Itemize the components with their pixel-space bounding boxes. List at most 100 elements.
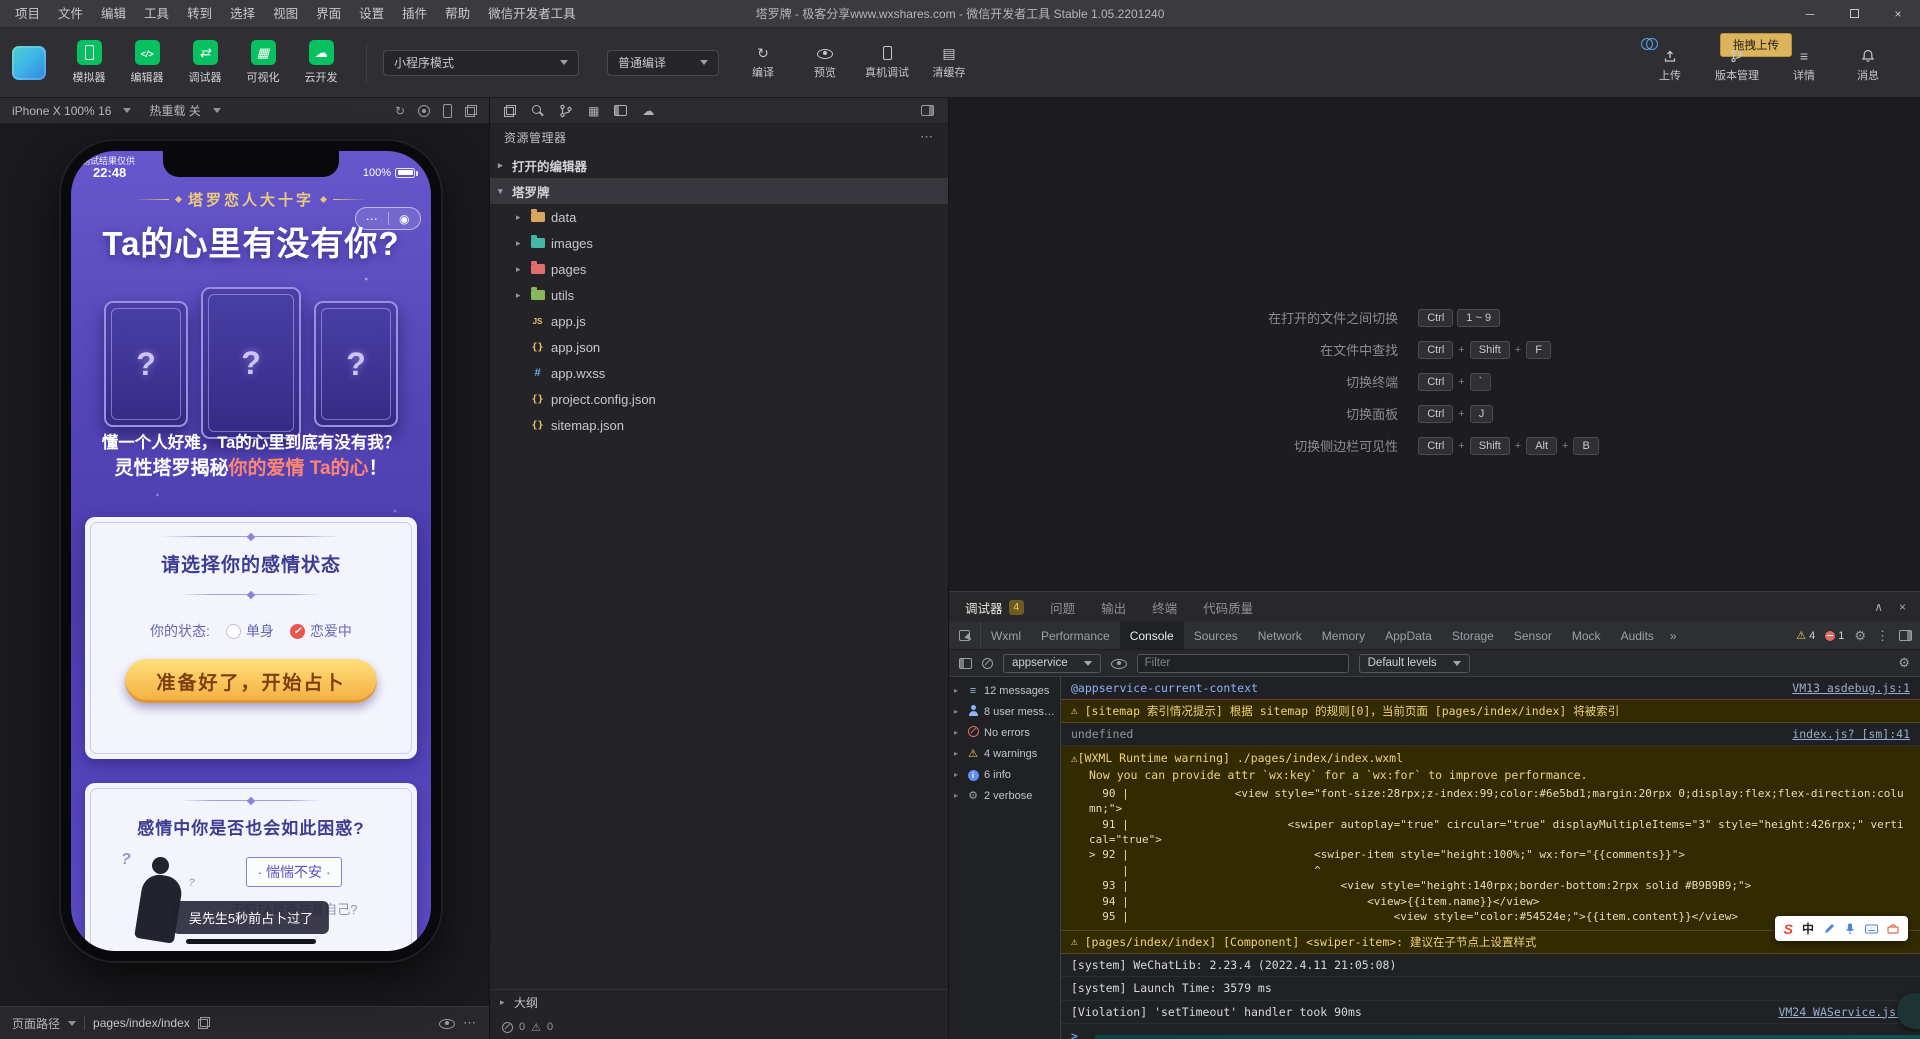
source-control-icon[interactable] xyxy=(559,104,573,118)
warnings-badge[interactable]: 4 xyxy=(1796,629,1815,642)
tarot-card[interactable]: ? xyxy=(314,301,398,427)
menu-settings[interactable]: 设置 xyxy=(350,0,393,28)
radio-in-love[interactable]: 恋爱中 xyxy=(289,621,352,641)
filter-user-messages[interactable]: 8 user mess… xyxy=(949,701,1060,722)
tab-terminal[interactable]: 终端 xyxy=(1152,598,1177,617)
toolbox-icon[interactable] xyxy=(1887,923,1899,935)
start-divination-button[interactable]: 准备好了，开始占卜 xyxy=(125,659,377,703)
menu-edit[interactable]: 编辑 xyxy=(92,0,135,28)
tree-item-app-js[interactable]: app.js xyxy=(490,308,948,334)
live-expression-icon[interactable] xyxy=(1110,656,1127,671)
extensions-icon[interactable]: ▦ xyxy=(588,104,599,118)
tarot-card[interactable]: ? xyxy=(104,301,188,427)
remote-debug-button[interactable]: 真机调试 xyxy=(859,45,915,80)
tab-wxml[interactable]: Wxml xyxy=(981,622,1031,649)
tab-code-quality[interactable]: 代码质量 xyxy=(1203,598,1253,617)
filter-verbose[interactable]: 2 verbose xyxy=(949,785,1060,806)
messages-button[interactable]: 消息 xyxy=(1840,48,1896,83)
tab-appdata[interactable]: AppData xyxy=(1375,622,1442,649)
tab-output[interactable]: 输出 xyxy=(1101,598,1126,617)
tree-item-project-root[interactable]: 塔罗牌 xyxy=(490,178,948,204)
tab-console[interactable]: Console xyxy=(1119,622,1184,649)
record-icon[interactable] xyxy=(418,104,430,117)
upload-button[interactable]: 上传 xyxy=(1642,48,1698,83)
tree-item-pages[interactable]: pages xyxy=(490,256,948,282)
files-icon[interactable] xyxy=(504,104,516,117)
device-frame-icon[interactable] xyxy=(443,103,452,118)
screenshot-icon[interactable] xyxy=(465,104,477,117)
compile-button[interactable]: ↻ 编译 xyxy=(735,45,791,80)
filter-info[interactable]: 6 info xyxy=(949,764,1060,785)
mic-icon[interactable] xyxy=(1844,922,1856,935)
tarot-card[interactable]: ? xyxy=(201,287,301,439)
menu-file[interactable]: 文件 xyxy=(49,0,92,28)
minimize-button[interactable]: ─ xyxy=(1788,0,1832,28)
emotion-tag[interactable]: 惴惴不安 xyxy=(246,857,342,887)
console-settings-icon[interactable] xyxy=(1898,655,1910,671)
problems-counter[interactable]: 0 0 xyxy=(490,1015,948,1039)
tree-item-app-wxss[interactable]: app.wxss xyxy=(490,360,948,386)
tree-item-utils[interactable]: utils xyxy=(490,282,948,308)
tab-audits[interactable]: Audits xyxy=(1611,622,1664,649)
tree-item-open-editors[interactable]: 打开的编辑器 xyxy=(490,152,948,178)
filter-all-messages[interactable]: 12 messages xyxy=(949,680,1060,701)
cloud-sync-icon[interactable]: ☁ xyxy=(642,104,654,118)
errors-badge[interactable]: 1 xyxy=(1825,630,1844,642)
home-icon[interactable]: ◉ xyxy=(389,213,421,225)
menu-view[interactable]: 视图 xyxy=(264,0,307,28)
chevron-down-icon[interactable] xyxy=(68,1020,77,1026)
filter-errors[interactable]: No errors xyxy=(949,722,1060,743)
more-icon[interactable]: ⋯ xyxy=(356,213,388,225)
tree-item-project-config[interactable]: project.config.json xyxy=(490,386,948,412)
tree-item-images[interactable]: images xyxy=(490,230,948,256)
tab-memory[interactable]: Memory xyxy=(1312,622,1375,649)
hot-reload-select[interactable]: 热重载 关 xyxy=(149,102,221,119)
filter-warnings[interactable]: 4 warnings xyxy=(949,743,1060,764)
maximize-button[interactable] xyxy=(1832,0,1876,28)
refresh-icon[interactable]: ↻ xyxy=(395,104,405,118)
ime-language-toggle[interactable]: 中 xyxy=(1802,920,1814,937)
menu-tools[interactable]: 工具 xyxy=(135,0,178,28)
more-tabs-icon[interactable]: » xyxy=(1664,622,1683,649)
menu-select[interactable]: 选择 xyxy=(221,0,264,28)
tab-sensor[interactable]: Sensor xyxy=(1504,622,1562,649)
dock-side-icon[interactable] xyxy=(1899,630,1912,641)
debugger-button[interactable]: 调试器 xyxy=(176,40,234,85)
cloud-dev-button[interactable]: 云开发 xyxy=(292,40,350,85)
search-icon[interactable] xyxy=(531,104,544,117)
visualizer-button[interactable]: 可视化 xyxy=(234,40,292,85)
close-button[interactable]: × xyxy=(1876,0,1920,28)
tab-network[interactable]: Network xyxy=(1248,622,1312,649)
context-select[interactable]: appservice xyxy=(1003,653,1101,673)
mode-select[interactable]: 小程序模式 xyxy=(383,49,579,76)
gear-icon[interactable] xyxy=(1854,628,1866,644)
inspect-element-button[interactable] xyxy=(949,622,981,649)
tab-performance[interactable]: Performance xyxy=(1031,622,1120,649)
radio-single[interactable]: 单身 xyxy=(225,621,274,641)
compile-mode-select[interactable]: 普通编译 xyxy=(607,49,719,76)
pen-icon[interactable] xyxy=(1823,923,1835,935)
details-button[interactable]: ≡ 详情 xyxy=(1776,48,1832,83)
source-link[interactable]: VM13 asdebug.js:1 xyxy=(1778,680,1910,696)
source-link[interactable]: VM24 WAService.js:2 xyxy=(1764,1004,1910,1020)
tab-problems[interactable]: 问题 xyxy=(1050,598,1075,617)
simulator-button[interactable]: 模拟器 xyxy=(60,40,118,85)
outline-section[interactable]: 大纲 xyxy=(490,989,948,1015)
preview-button[interactable]: 预览 xyxy=(797,45,853,80)
log-levels-select[interactable]: Default levels xyxy=(1358,653,1470,673)
menu-project[interactable]: 项目 xyxy=(6,0,49,28)
more-icon[interactable]: ⋯ xyxy=(463,1015,477,1031)
keyboard-icon[interactable] xyxy=(1865,923,1878,935)
window-icon[interactable] xyxy=(614,105,628,116)
clear-console-icon[interactable] xyxy=(982,657,993,669)
console-sidebar-toggle-icon[interactable] xyxy=(959,657,972,669)
eye-icon[interactable] xyxy=(439,1016,455,1031)
kebab-menu-icon[interactable]: ⋮ xyxy=(1876,628,1889,644)
console-filter-input[interactable] xyxy=(1136,653,1349,673)
tab-mock[interactable]: Mock xyxy=(1562,622,1611,649)
tree-item-app-json[interactable]: app.json xyxy=(490,334,948,360)
more-icon[interactable]: ⋯ xyxy=(920,129,934,145)
version-manage-button[interactable]: 版本管理 xyxy=(1706,48,1768,83)
menu-wechat-devtools[interactable]: 微信开发者工具 xyxy=(479,0,585,28)
menu-interface[interactable]: 界面 xyxy=(307,0,350,28)
